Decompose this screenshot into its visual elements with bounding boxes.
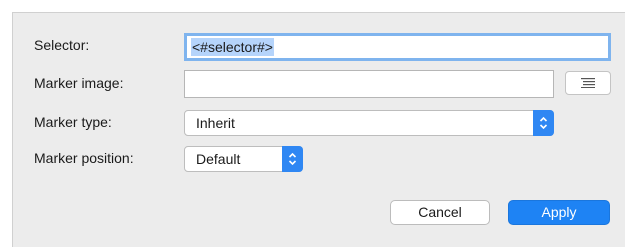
marker-image-input[interactable] [184, 70, 554, 98]
up-down-chevron-icon [282, 146, 303, 172]
marker-type-value: Inherit [196, 115, 235, 131]
selector-label: Selector: [34, 37, 90, 53]
marker-position-select[interactable]: Default [184, 146, 303, 172]
up-down-chevron-icon [533, 110, 554, 136]
apply-button[interactable]: Apply [508, 200, 610, 225]
marker-position-label: Marker position: [34, 150, 134, 166]
marker-type-label: Marker type: [34, 114, 112, 130]
cancel-button[interactable]: Cancel [390, 200, 490, 225]
marker-position-value: Default [196, 151, 241, 167]
selector-value: <#selector#> [191, 38, 274, 56]
selector-input[interactable]: <#selector#> [184, 33, 611, 61]
marker-image-label: Marker image: [34, 75, 124, 91]
marker-settings-dialog: Selector: <#selector#> Marker image: Mar… [12, 12, 625, 247]
browse-image-button[interactable] [565, 71, 611, 95]
marker-type-select[interactable]: Inherit [184, 110, 554, 136]
list-icon [581, 78, 595, 88]
